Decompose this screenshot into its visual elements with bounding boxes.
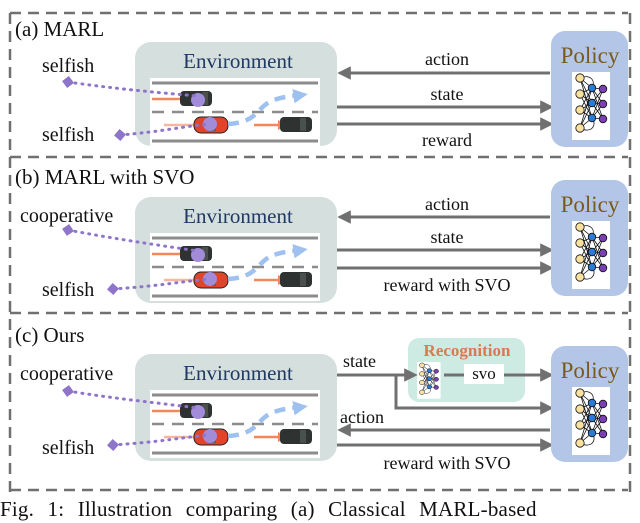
figure-diagram: (a) MARL selfish selfish Environment act… bbox=[8, 11, 632, 492]
arrow-label: state bbox=[343, 351, 376, 371]
arrow-label: state bbox=[431, 84, 464, 104]
policy-label: Policy bbox=[561, 43, 620, 68]
agent-label: selfish bbox=[42, 55, 94, 77]
recognition-network-icon bbox=[416, 361, 441, 399]
agent-label: selfish bbox=[42, 124, 94, 146]
arrow-label: reward bbox=[422, 130, 472, 150]
agent-label: cooperative bbox=[20, 363, 113, 385]
neural-network-icon bbox=[571, 220, 611, 290]
panel-title: (a) MARL bbox=[15, 17, 104, 41]
arrow-label: reward with SVO bbox=[384, 275, 511, 295]
arrow-label: action bbox=[425, 49, 469, 69]
road-scene-icon bbox=[150, 390, 320, 458]
agent-label: cooperative bbox=[20, 205, 113, 227]
recognition-label: Recognition bbox=[424, 341, 511, 360]
panel-a: (a) MARL selfish selfish Environment act… bbox=[15, 17, 628, 150]
panel-b: (b) MARL with SVO cooperative selfish En… bbox=[15, 165, 628, 303]
arrow-label: action bbox=[425, 194, 469, 214]
road-scene-icon bbox=[150, 233, 320, 301]
neural-network-icon bbox=[571, 71, 611, 141]
panel-title: (c) Ours bbox=[15, 323, 84, 347]
arrow-label: action bbox=[340, 407, 384, 427]
environment-label: Environment bbox=[183, 361, 293, 385]
svo-label: svo bbox=[472, 364, 496, 383]
arrow-label: reward with SVO bbox=[384, 453, 511, 473]
neural-network-icon bbox=[571, 386, 611, 456]
environment-label: Environment bbox=[183, 49, 293, 73]
arrow-label: state bbox=[431, 227, 464, 247]
panel-c: (c) Ours cooperative selfish Environment… bbox=[15, 323, 628, 473]
environment-label: Environment bbox=[183, 204, 293, 228]
road-scene-icon bbox=[150, 78, 320, 146]
agent-label: selfish bbox=[42, 279, 94, 301]
policy-label: Policy bbox=[561, 358, 620, 383]
panel-title: (b) MARL with SVO bbox=[15, 165, 194, 189]
agent-label: selfish bbox=[42, 437, 94, 459]
figure-caption: Fig. 1: Illustration comparing (a) Class… bbox=[0, 497, 537, 521]
policy-label: Policy bbox=[561, 192, 620, 217]
